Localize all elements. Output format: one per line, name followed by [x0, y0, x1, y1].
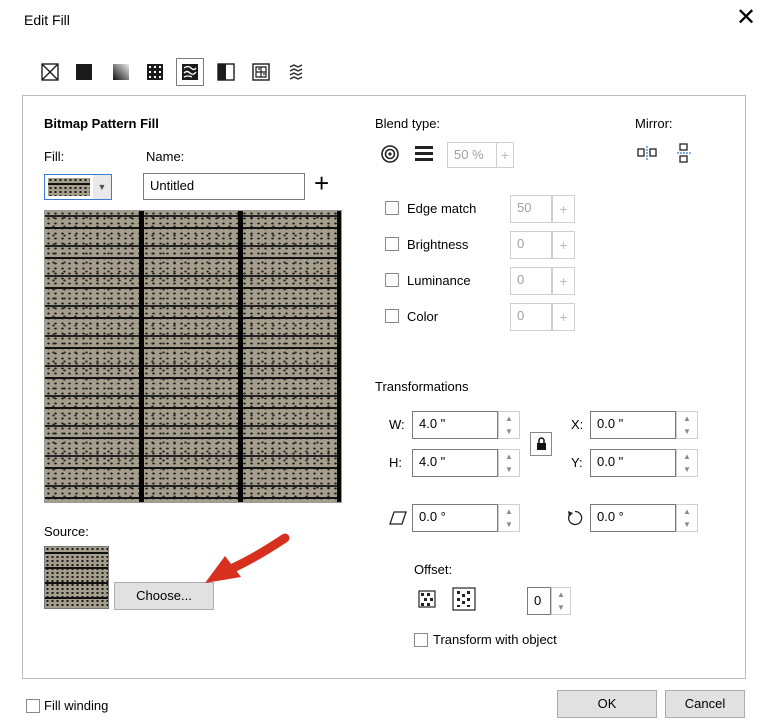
- pattern-preview: [44, 210, 342, 503]
- texture-fill-icon[interactable]: [252, 63, 270, 81]
- edge-match-checkbox[interactable]: [385, 201, 399, 215]
- x-label: X:: [571, 417, 584, 432]
- y-label: Y:: [571, 455, 583, 470]
- row-offset-icon[interactable]: [417, 589, 437, 609]
- offset-field[interactable]: 0: [527, 587, 551, 615]
- cancel-button[interactable]: Cancel: [665, 690, 745, 718]
- rotate-field[interactable]: 0.0 °: [590, 504, 676, 532]
- fountain-fill-icon[interactable]: [112, 63, 130, 81]
- section-title: Bitmap Pattern Fill: [44, 116, 159, 131]
- vector-pattern-fill-icon[interactable]: [146, 63, 164, 81]
- width-field[interactable]: 4.0 ": [412, 411, 498, 439]
- column-offset-icon[interactable]: [452, 587, 476, 611]
- source-label: Source:: [44, 524, 89, 539]
- luminance-label: Luminance: [407, 273, 471, 288]
- x-stepper[interactable]: ▲ ▼: [676, 411, 698, 439]
- edge-match-field[interactable]: 50: [510, 195, 552, 223]
- mirror-vertical-icon[interactable]: [676, 143, 692, 163]
- skew-icon: [389, 511, 407, 525]
- add-pattern-icon[interactable]: +: [314, 168, 329, 198]
- lock-icon: [537, 437, 546, 450]
- fill-preview-swatch: [48, 178, 90, 196]
- blend-amount-stepper[interactable]: +: [496, 142, 514, 168]
- radial-blend-icon[interactable]: [380, 144, 400, 164]
- annotation-arrow-icon: [205, 533, 290, 583]
- luminance-field[interactable]: 0: [510, 267, 552, 295]
- close-icon[interactable]: ✕: [736, 4, 756, 32]
- width-label: W:: [389, 417, 405, 432]
- mirror-label: Mirror:: [635, 116, 673, 131]
- height-stepper[interactable]: ▲ ▼: [498, 449, 520, 477]
- brightness-label: Brightness: [407, 237, 469, 252]
- fill-label: Fill:: [44, 149, 65, 164]
- linear-blend-icon[interactable]: [414, 145, 434, 163]
- mirror-horizontal-icon[interactable]: [637, 145, 657, 161]
- color-checkbox[interactable]: [385, 309, 399, 323]
- y-field[interactable]: 0.0 ": [590, 449, 676, 477]
- bitmap-pattern-fill-icon[interactable]: [176, 58, 204, 86]
- color-field[interactable]: 0: [510, 303, 552, 331]
- name-field[interactable]: Untitled: [143, 173, 305, 200]
- title-bar: [0, 0, 763, 40]
- name-label: Name:: [146, 149, 185, 164]
- fill-winding-checkbox[interactable]: [26, 699, 40, 713]
- two-color-pattern-fill-icon[interactable]: [217, 63, 235, 81]
- skew-field[interactable]: 0.0 °: [412, 504, 498, 532]
- offset-label: Offset:: [414, 562, 453, 577]
- width-stepper[interactable]: ▲ ▼: [498, 411, 520, 439]
- no-fill-icon[interactable]: [41, 63, 59, 81]
- edge-match-stepper[interactable]: +: [552, 195, 575, 223]
- lock-ratio-button[interactable]: [530, 432, 552, 456]
- chevron-down-icon[interactable]: ▼: [93, 175, 111, 199]
- height-field[interactable]: 4.0 ": [412, 449, 498, 477]
- fill-picker[interactable]: ▼: [44, 174, 112, 200]
- blend-amount-field[interactable]: 50 %: [447, 142, 497, 168]
- transform-with-object-label: Transform with object: [433, 632, 557, 647]
- y-stepper[interactable]: ▲ ▼: [676, 449, 698, 477]
- postscript-fill-icon[interactable]: [288, 63, 306, 81]
- luminance-checkbox[interactable]: [385, 273, 399, 287]
- brightness-stepper[interactable]: +: [552, 231, 575, 259]
- color-stepper[interactable]: +: [552, 303, 575, 331]
- transform-with-object-checkbox[interactable]: [414, 633, 428, 647]
- color-label: Color: [407, 309, 439, 324]
- height-label: H:: [389, 455, 402, 470]
- fill-winding-label: Fill winding: [44, 698, 109, 713]
- window-title: Edit Fill: [24, 12, 70, 28]
- rotate-stepper[interactable]: ▲ ▼: [676, 504, 698, 532]
- transformations-label: Transformations: [375, 379, 469, 394]
- brightness-checkbox[interactable]: [385, 237, 399, 251]
- source-thumbnail: [44, 546, 109, 609]
- x-field[interactable]: 0.0 ": [590, 411, 676, 439]
- brightness-field[interactable]: 0: [510, 231, 552, 259]
- blend-type-label: Blend type:: [375, 116, 441, 131]
- edge-match-label: Edge match: [407, 201, 477, 216]
- rotate-icon: [567, 510, 583, 526]
- skew-stepper[interactable]: ▲ ▼: [498, 504, 520, 532]
- luminance-stepper[interactable]: +: [552, 267, 575, 295]
- ok-button[interactable]: OK: [557, 690, 657, 718]
- uniform-fill-icon[interactable]: [75, 63, 93, 81]
- offset-stepper[interactable]: ▲ ▼: [551, 587, 571, 615]
